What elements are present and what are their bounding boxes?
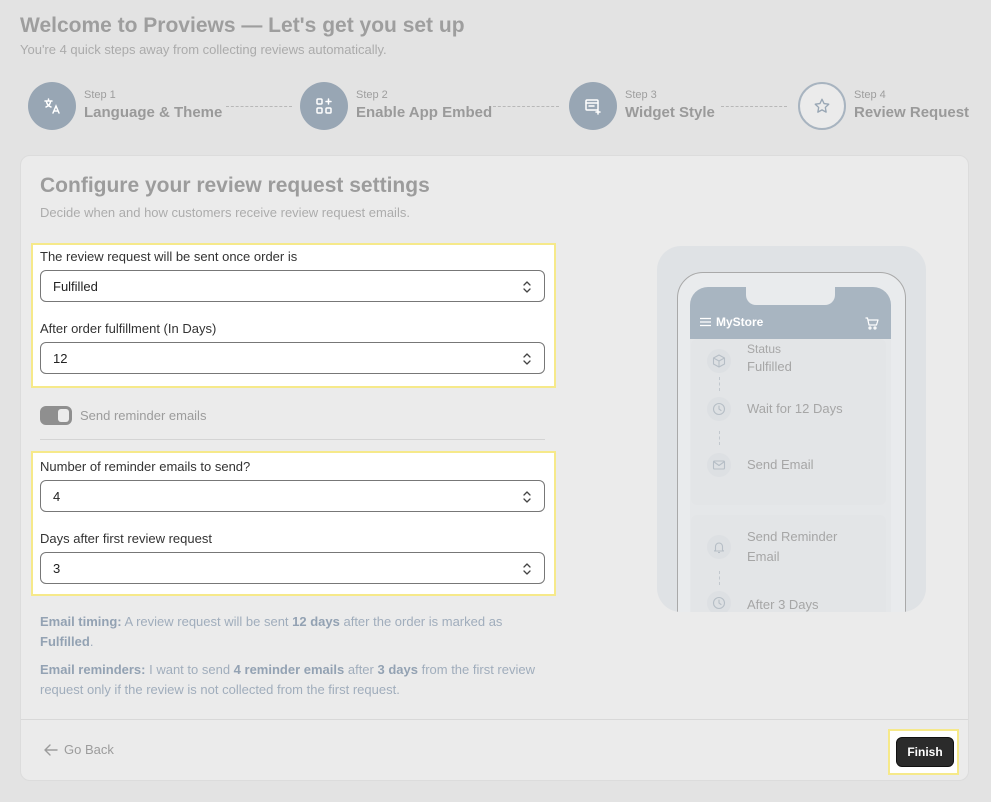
timing-label: Email timing: (40, 614, 122, 629)
reminders-text: I want to send (145, 662, 234, 677)
reminder-count-select[interactable]: 4 (40, 480, 545, 512)
step-number: Step 4 (854, 89, 886, 101)
chevron-updown-icon (523, 281, 531, 293)
timing-text: A review request will be sent (121, 614, 293, 629)
step-label: Widget Style (625, 104, 715, 121)
go-back-label: Go Back (64, 742, 114, 757)
timeline-connector (719, 377, 720, 391)
reminder-panel: Send Reminder Email After 3 Days (691, 515, 886, 612)
step-number: Step 2 (356, 89, 388, 101)
footer-divider (21, 719, 968, 720)
mail-check-icon (707, 453, 731, 477)
card-subtitle: Decide when and how customers receive re… (40, 205, 410, 220)
timing-text: . (89, 634, 94, 649)
reminder-days-label: Days after first review request (40, 531, 212, 546)
widget-icon (569, 82, 617, 130)
menu-icon (700, 317, 711, 327)
clock-icon (707, 397, 731, 421)
cart-icon (865, 317, 879, 330)
step-1[interactable]: Step 1 Language & Theme (28, 82, 222, 130)
after-days-text: After 3 Days (747, 597, 819, 612)
timeline-connector (719, 431, 720, 445)
phone-screen: MyStore Status Fulfilled Wait for 12 Day… (690, 287, 891, 612)
finish-button[interactable]: Finish (896, 737, 954, 767)
step-label: Enable App Embed (356, 104, 493, 121)
reminder-days-select[interactable]: 3 (40, 552, 545, 584)
page-subtitle: You're 4 quick steps away from collectin… (20, 42, 387, 57)
step-label: Review Request (854, 104, 970, 121)
store-header: MyStore (690, 287, 891, 339)
reminder-toggle-row: Send reminder emails (40, 406, 206, 425)
divider (40, 439, 545, 440)
bell-icon (707, 535, 731, 559)
phone-preview: MyStore Status Fulfilled Wait for 12 Day… (657, 246, 926, 612)
store-name: MyStore (716, 315, 764, 329)
send-reminder-text: Send Reminder Email (747, 529, 838, 564)
phone-notch (746, 287, 835, 305)
reminder-count-label: Number of reminder emails to send? (40, 459, 251, 474)
timeline-panel: Status Fulfilled Wait for 12 Days Send E… (691, 339, 886, 505)
status-label: Status (747, 342, 782, 356)
reminders-count: 4 reminder emails (233, 662, 345, 677)
send-email-text: Send Email (747, 457, 814, 472)
email-timing-info: Email timing: A review request will be s… (40, 612, 540, 652)
stepper: Step 1 Language & Theme Step 2 Enable Ap… (28, 82, 969, 130)
timeline-connector (719, 571, 720, 585)
phone-frame: MyStore Status Fulfilled Wait for 12 Day… (677, 272, 906, 612)
arrow-left-icon (44, 743, 58, 756)
step-connector (226, 106, 292, 107)
reminders-label: Email reminders: (40, 662, 146, 677)
days-select[interactable]: 12 (40, 342, 545, 374)
email-reminders-info: Email reminders: I want to send 4 remind… (40, 660, 540, 700)
go-back-button[interactable]: Go Back (44, 742, 114, 757)
step-connector (721, 106, 787, 107)
star-icon (798, 82, 846, 130)
reminder-count-value: 4 (53, 488, 61, 504)
step-2[interactable]: Step 2 Enable App Embed (300, 82, 492, 130)
order-status-label: The review request will be sent once ord… (40, 249, 298, 264)
reminders-days: 3 days (377, 662, 418, 677)
clock-icon (707, 591, 731, 612)
status-block: Status Fulfilled (747, 341, 792, 377)
order-status-select[interactable]: Fulfilled (40, 270, 545, 302)
step-connector (493, 106, 559, 107)
chevron-updown-icon (523, 353, 531, 365)
timing-status: Fulfilled (40, 634, 90, 649)
timing-text: after the order is marked as (339, 614, 503, 629)
translate-icon (28, 82, 76, 130)
status-value: Fulfilled (747, 359, 792, 374)
chevron-updown-icon (523, 491, 531, 503)
reminders-text: after (344, 662, 378, 677)
days-label: After order fulfillment (In Days) (40, 321, 217, 336)
days-value: 12 (53, 350, 68, 366)
step-3[interactable]: Step 3 Widget Style (569, 82, 715, 130)
reminder-days-value: 3 (53, 560, 61, 576)
step-label: Language & Theme (84, 104, 223, 121)
order-status-value: Fulfilled (53, 278, 98, 294)
reminder-toggle[interactable] (40, 406, 72, 425)
timing-days: 12 days (292, 614, 340, 629)
app-grid-icon (300, 82, 348, 130)
box-icon (707, 349, 731, 373)
chevron-updown-icon (523, 563, 531, 575)
wait-text: Wait for 12 Days (747, 401, 843, 416)
step-4[interactable]: Step 4 Review Request (798, 82, 969, 130)
card-title: Configure your review request settings (40, 174, 430, 197)
step-number: Step 1 (84, 89, 116, 101)
page-title: Welcome to Proviews — Let's get you set … (20, 14, 465, 37)
step-number: Step 3 (625, 89, 657, 101)
reminder-toggle-label: Send reminder emails (80, 408, 207, 423)
